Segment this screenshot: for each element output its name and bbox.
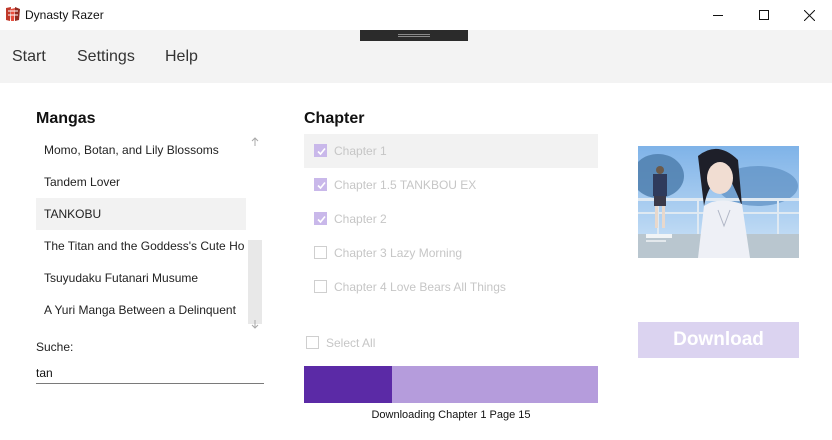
manga-list-item[interactable]: Tandem Lover (36, 166, 246, 198)
progress-fill (304, 366, 393, 403)
minimize-icon (713, 15, 723, 16)
close-button[interactable] (786, 0, 832, 30)
chapter-label: Chapter 1 (334, 144, 387, 158)
scrollbar-thumb[interactable] (248, 240, 262, 324)
drag-handle[interactable] (360, 30, 468, 41)
grip-line (398, 36, 430, 37)
search-label: Suche: (36, 340, 74, 354)
scroll-up-button[interactable] (249, 135, 261, 147)
chapter-item[interactable]: Chapter 1.5 TANKBOU EX (304, 168, 598, 202)
manga-list-scrollbar[interactable] (246, 132, 264, 335)
manga-list-item[interactable]: Momo, Botan, and Lily Blossoms (36, 134, 246, 166)
arrow-up-icon (251, 136, 259, 146)
select-all-checkbox[interactable]: Select All (304, 334, 424, 352)
menu-help[interactable]: Help (165, 48, 198, 66)
download-button[interactable]: Download (638, 322, 799, 358)
chapter-checkbox[interactable] (314, 144, 327, 157)
chapter-item[interactable]: Chapter 4 Love Bears All Things (304, 270, 598, 304)
manga-list-item[interactable]: A Yuri Manga Between a Delinquent (36, 294, 246, 326)
chapter-label: Chapter 2 (334, 212, 387, 226)
manga-list[interactable]: Momo, Botan, and Lily Blossoms Tandem Lo… (36, 132, 264, 335)
scroll-down-button[interactable] (249, 318, 261, 330)
maximize-icon (759, 10, 769, 20)
manga-list-item-selected[interactable]: TANKOBU (36, 198, 246, 230)
chapter-checkbox[interactable] (314, 246, 327, 259)
select-all-label: Select All (326, 336, 376, 350)
title-bar: Dynasty Razer (0, 0, 832, 30)
arrow-down-icon (251, 319, 259, 329)
chapter-list[interactable]: Chapter 1 Chapter 1.5 TANKBOU EX Chapter… (304, 134, 598, 304)
manga-cover-image (638, 146, 799, 258)
chapter-checkbox[interactable] (314, 280, 327, 293)
chapter-label: Chapter 1.5 TANKBOU EX (334, 178, 477, 192)
chapter-checkbox[interactable] (314, 212, 327, 225)
chapter-heading: Chapter (304, 110, 365, 127)
chapter-item[interactable]: Chapter 3 Lazy Morning (304, 236, 598, 270)
maximize-button[interactable] (741, 0, 787, 30)
manga-list-item[interactable]: Tsuyudaku Futanari Musume (36, 262, 246, 294)
app-icon (5, 6, 21, 22)
search-input[interactable] (36, 362, 264, 384)
download-progress-bar (304, 366, 598, 403)
close-icon (803, 9, 815, 21)
progress-status-text: Downloading Chapter 1 Page 15 (371, 409, 531, 421)
mangas-heading: Mangas (36, 110, 96, 127)
chapter-checkbox[interactable] (314, 178, 327, 191)
chapter-item[interactable]: Chapter 2 (304, 202, 598, 236)
checkmark-icon (317, 147, 326, 156)
chapter-label: Chapter 4 Love Bears All Things (334, 280, 506, 294)
manga-list-item[interactable]: The Titan and the Goddess's Cute Ho (36, 230, 246, 262)
chapter-label: Chapter 3 Lazy Morning (334, 246, 463, 260)
select-all-box[interactable] (306, 336, 319, 349)
minimize-button[interactable] (695, 0, 741, 30)
menu-settings[interactable]: Settings (77, 48, 135, 66)
chapter-item[interactable]: Chapter 1 (304, 134, 598, 168)
checkmark-icon (317, 215, 326, 224)
checkmark-icon (317, 181, 326, 190)
menu-start[interactable]: Start (12, 48, 46, 66)
window-title: Dynasty Razer (25, 8, 104, 22)
grip-line (398, 34, 430, 35)
